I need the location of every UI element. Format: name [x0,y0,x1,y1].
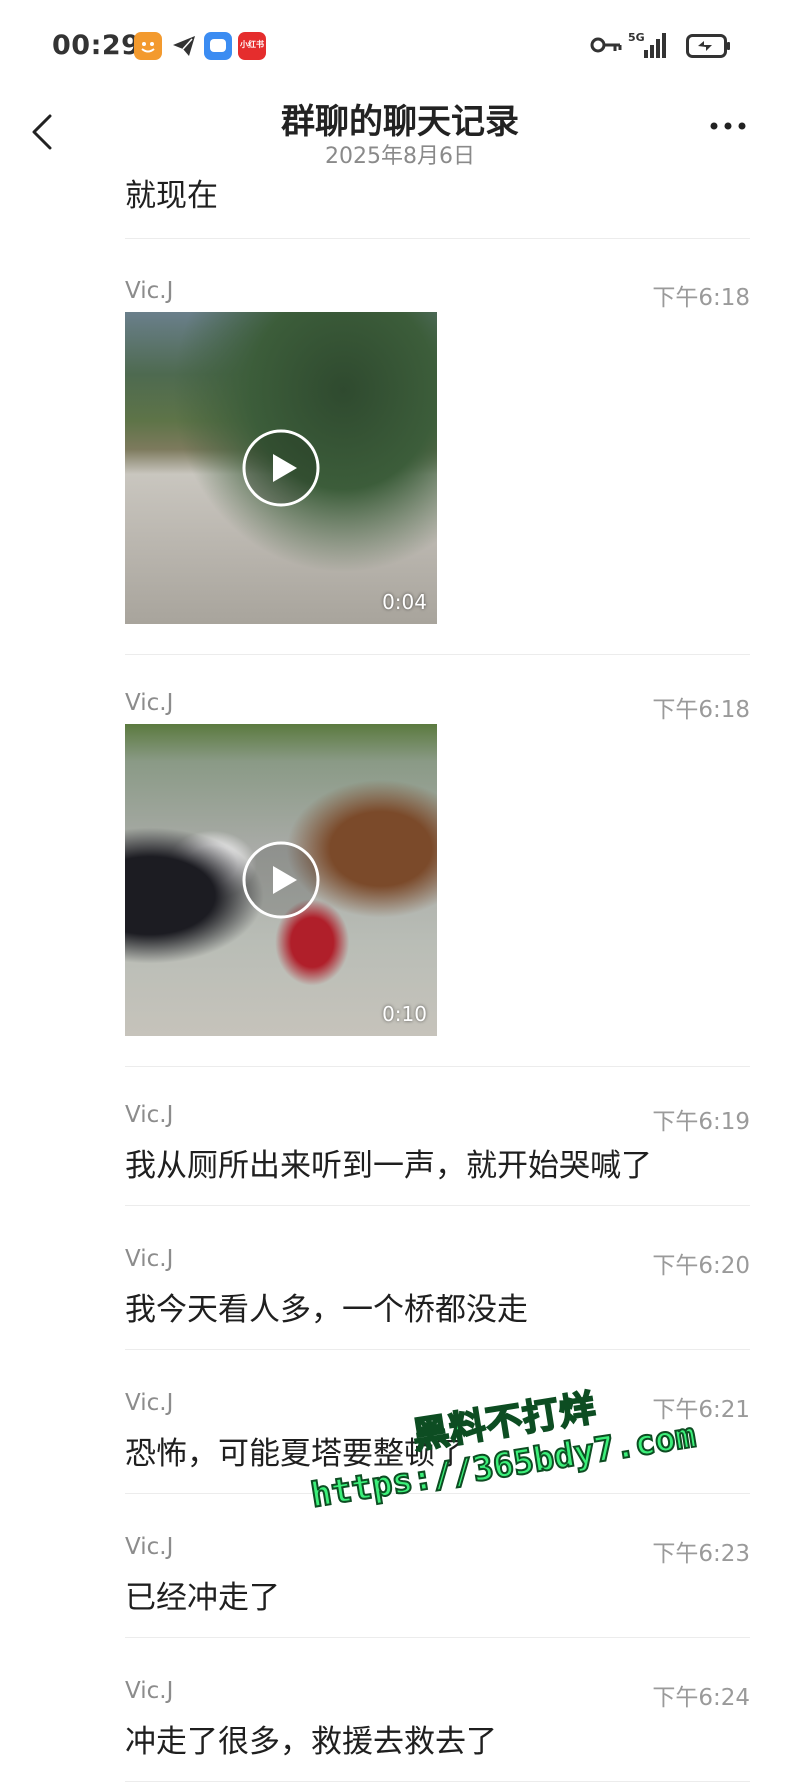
battery-charging-icon [686,34,730,58]
message-text: 就现在 [125,178,218,214]
message-time: 下午6:24 [652,1685,750,1711]
status-bar: 00:29 小红书 5G [0,0,800,92]
message-divider [125,1637,750,1638]
xiaohongshu-label: 小红书 [240,40,264,49]
message-time: 下午6:18 [652,697,750,723]
xiaohongshu-icon: 小红书 [238,32,266,60]
more-options-icon[interactable] [708,114,748,138]
message-sender: Vic.J [125,278,174,304]
message-text: 我从厕所出来听到一声，就开始哭喊了 [125,1148,652,1184]
play-icon[interactable] [241,428,321,508]
message-text: 冲走了很多，救援去救去了 [125,1724,497,1760]
message-text: 已经冲走了 [125,1580,280,1616]
video-thumbnail[interactable]: 0:10 [125,724,437,1036]
message-divider [125,654,750,655]
message-sender: Vic.J [125,1102,174,1128]
status-time: 00:29 [52,30,141,61]
message-time: 下午6:23 [652,1541,750,1567]
signal-icon: 5G [628,31,666,58]
telegram-icon [170,32,198,60]
message-divider [125,1066,750,1067]
message-sender: Vic.J [125,1534,174,1560]
message-divider [125,1781,750,1782]
chat-header: 群聊的聊天记录 2025年8月6日 [0,92,800,170]
page-subtitle-date: 2025年8月6日 [325,144,475,169]
message-divider [125,1205,750,1206]
message-divider [125,238,750,239]
play-icon[interactable] [241,840,321,920]
message-text: 我今天看人多，一个桥都没走 [125,1292,528,1328]
watermark: 黑料不打烊 https://365bdy7.com [300,1359,735,1553]
video-thumbnail[interactable]: 0:04 [125,312,437,624]
message-divider [125,1349,750,1350]
message-time: 下午6:19 [652,1109,750,1135]
message-sender: Vic.J [125,1246,174,1272]
vpn-key-icon [590,37,622,53]
message-sender: Vic.J [125,690,174,716]
message-time: 下午6:20 [652,1253,750,1279]
chat-bubble-icon [204,32,232,60]
message-sender: Vic.J [125,1390,174,1416]
video-duration: 0:10 [382,1002,427,1026]
message-time: 下午6:18 [652,285,750,311]
network-type: 5G [628,31,645,44]
taobao-icon [134,32,162,60]
message-sender: Vic.J [125,1678,174,1704]
page-title: 群聊的聊天记录 [281,102,519,142]
video-duration: 0:04 [382,590,427,614]
